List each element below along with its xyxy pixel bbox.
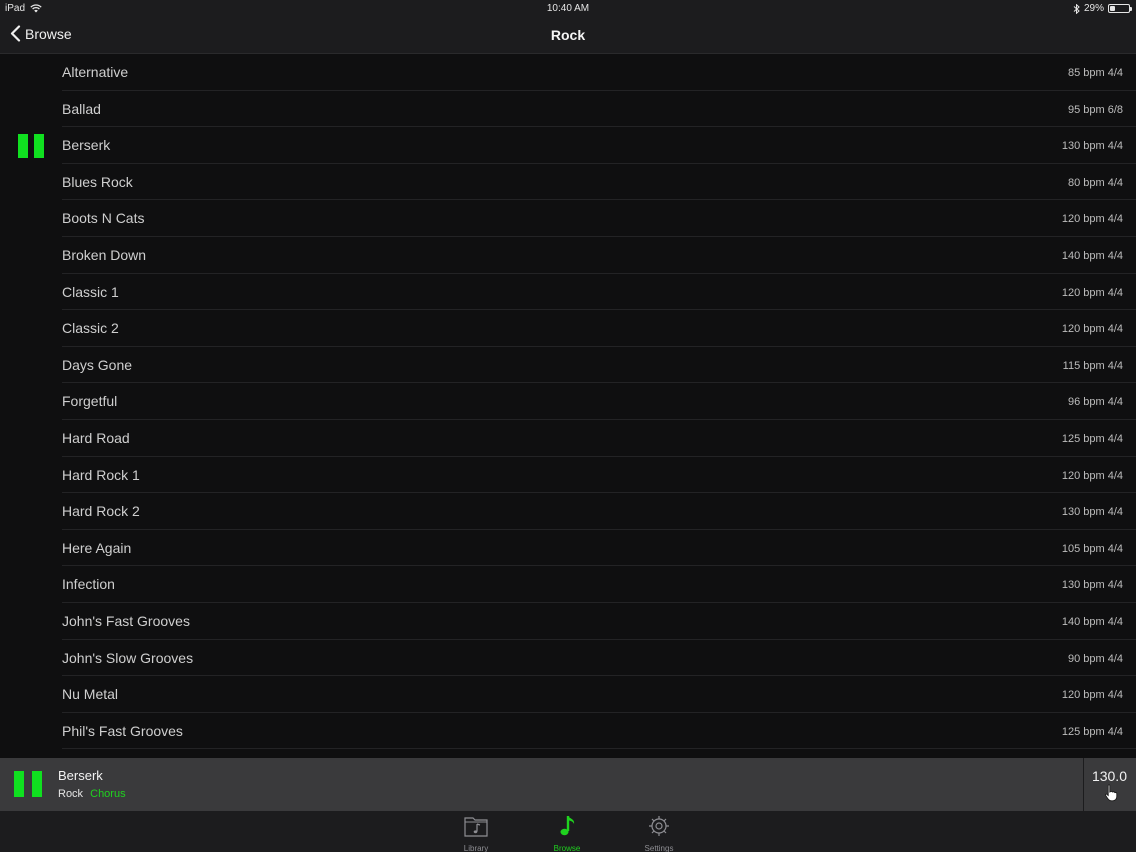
- hand-pointer-icon: [1105, 784, 1118, 802]
- groove-title: Boots N Cats: [62, 210, 145, 227]
- groove-row[interactable]: Berserk 130 bpm 4/4: [0, 127, 1136, 164]
- groove-row[interactable]: Hard Rock 1 120 bpm 4/4: [0, 457, 1136, 494]
- groove-title: Ballad: [62, 100, 101, 117]
- status-bar: iPad 10:40 AM 29%: [0, 0, 1136, 17]
- groove-row[interactable]: Here Again 105 bpm 4/4: [0, 530, 1136, 567]
- now-playing-part: Chorus: [90, 788, 126, 800]
- tab-library[interactable]: Library: [446, 814, 506, 852]
- groove-title: John's Fast Grooves: [62, 612, 190, 629]
- groove-tempo-meter: 80 bpm 4/4: [1067, 176, 1123, 189]
- groove-tempo-meter: 140 bpm 4/4: [1061, 249, 1123, 262]
- page-title: Rock: [550, 27, 586, 43]
- groove-title: Classic 2: [62, 320, 119, 337]
- groove-tempo-meter: 130 bpm 4/4: [1061, 579, 1123, 592]
- now-playing-title: Berserk: [58, 768, 103, 783]
- groove-title: Phil's Fast Grooves: [62, 722, 183, 739]
- pause-bar: [34, 134, 44, 159]
- pause-bar: [14, 771, 24, 797]
- tab-label: Library: [463, 844, 489, 852]
- groove-row[interactable]: Broken Down 140 bpm 4/4: [0, 237, 1136, 274]
- now-playing-subtitle: Rock Chorus: [58, 788, 126, 800]
- groove-title: Here Again: [62, 539, 132, 556]
- groove-title: Infection: [62, 576, 115, 593]
- groove-row[interactable]: Classic 1 120 bpm 4/4: [0, 274, 1136, 311]
- groove-row[interactable]: Blues Rock 80 bpm 4/4: [0, 164, 1136, 201]
- groove-row[interactable]: Phil's Fast Grooves 125 bpm 4/4: [0, 713, 1136, 750]
- groove-title: Hard Road: [62, 429, 130, 446]
- groove-row[interactable]: Alternative 85 bpm 4/4: [0, 54, 1136, 91]
- groove-tempo-meter: 125 bpm 4/4: [1061, 725, 1123, 738]
- tempo-button[interactable]: 130.0: [1083, 758, 1136, 811]
- groove-title: Berserk: [62, 137, 111, 154]
- groove-tempo-meter: 90 bpm 4/4: [1067, 652, 1123, 665]
- groove-row[interactable]: Forgetful 96 bpm 4/4: [0, 383, 1136, 420]
- groove-tempo-meter: 120 bpm 4/4: [1061, 469, 1123, 482]
- groove-row[interactable]: Days Gone 115 bpm 4/4: [0, 347, 1136, 384]
- groove-tempo-meter: 105 bpm 4/4: [1061, 542, 1123, 555]
- groove-tempo-meter: 115 bpm 4/4: [1062, 359, 1123, 372]
- groove-row[interactable]: John's Fast Grooves 140 bpm 4/4: [0, 603, 1136, 640]
- groove-tempo-meter: 130 bpm 4/4: [1061, 506, 1123, 519]
- groove-tempo-meter: 140 bpm 4/4: [1061, 615, 1123, 628]
- groove-title: Classic 1: [62, 283, 119, 300]
- groove-row[interactable]: Hard Road 125 bpm 4/4: [0, 420, 1136, 457]
- bluetooth-icon: [1073, 3, 1080, 14]
- groove-title: Alternative: [62, 64, 129, 80]
- groove-tempo-meter: 96 bpm 4/4: [1067, 396, 1123, 409]
- tab-label: Browse: [553, 844, 581, 852]
- groove-row[interactable]: Boots N Cats 120 bpm 4/4: [0, 200, 1136, 237]
- groove-title: Blues Rock: [62, 173, 133, 190]
- playing-pause-icon[interactable]: [18, 134, 44, 159]
- groove-row[interactable]: Infection 130 bpm 4/4: [0, 566, 1136, 603]
- groove-tempo-meter: 120 bpm 4/4: [1061, 286, 1123, 299]
- groove-row[interactable]: Hard Rock 2 130 bpm 4/4: [0, 493, 1136, 530]
- tab-bar: Library Browse Settings: [0, 811, 1136, 852]
- groove-title: Hard Rock 2: [62, 503, 140, 520]
- battery-icon: [1108, 4, 1132, 13]
- groove-title: Days Gone: [62, 356, 133, 373]
- groove-row[interactable]: Classic 2 120 bpm 4/4: [0, 310, 1136, 347]
- pause-bar: [32, 771, 42, 797]
- tab-settings[interactable]: Settings: [629, 814, 689, 852]
- groove-title: Broken Down: [62, 246, 147, 263]
- groove-tempo-meter: 120 bpm 4/4: [1061, 689, 1123, 702]
- groove-tempo-meter: 95 bpm 6/8: [1067, 103, 1123, 116]
- tempo-value: 130.0: [1091, 768, 1127, 784]
- groove-row[interactable]: Ballad 95 bpm 6/8: [0, 91, 1136, 128]
- gear-icon: [649, 816, 669, 836]
- pause-button[interactable]: [14, 771, 42, 797]
- status-time: 10:40 AM: [546, 3, 590, 14]
- navigation-bar: Browse Rock: [0, 17, 1136, 54]
- groove-title: John's Slow Grooves: [62, 649, 194, 666]
- groove-tempo-meter: 85 bpm 4/4: [1067, 67, 1123, 79]
- pause-bar: [18, 134, 28, 159]
- row-divider: [62, 748, 1136, 750]
- now-playing-bar: Berserk Rock Chorus 130.0: [0, 758, 1136, 811]
- groove-tempo-meter: 125 bpm 4/4: [1061, 432, 1123, 445]
- tab-label: Settings: [644, 844, 674, 852]
- groove-tempo-meter: 130 bpm 4/4: [1061, 140, 1123, 153]
- battery-percent: 29%: [1083, 3, 1104, 14]
- groove-row[interactable]: Nu Metal 120 bpm 4/4: [0, 676, 1136, 713]
- groove-title: Hard Rock 1: [62, 466, 140, 483]
- groove-tempo-meter: 120 bpm 4/4: [1061, 213, 1123, 226]
- groove-list: Alternative 85 bpm 4/4 Ballad 95 bpm 6/8 Ber…: [0, 54, 1136, 758]
- groove-tempo-meter: 120 bpm 4/4: [1061, 323, 1123, 336]
- now-playing-genre: Rock: [58, 788, 84, 800]
- tab-browse[interactable]: Browse: [537, 814, 597, 852]
- groove-title: Nu Metal: [62, 686, 119, 703]
- music-note-icon: [560, 816, 575, 836]
- library-folder-icon: [464, 817, 488, 837]
- groove-row[interactable]: John's Slow Grooves 90 bpm 4/4: [0, 640, 1136, 677]
- groove-title: Forgetful: [62, 393, 118, 410]
